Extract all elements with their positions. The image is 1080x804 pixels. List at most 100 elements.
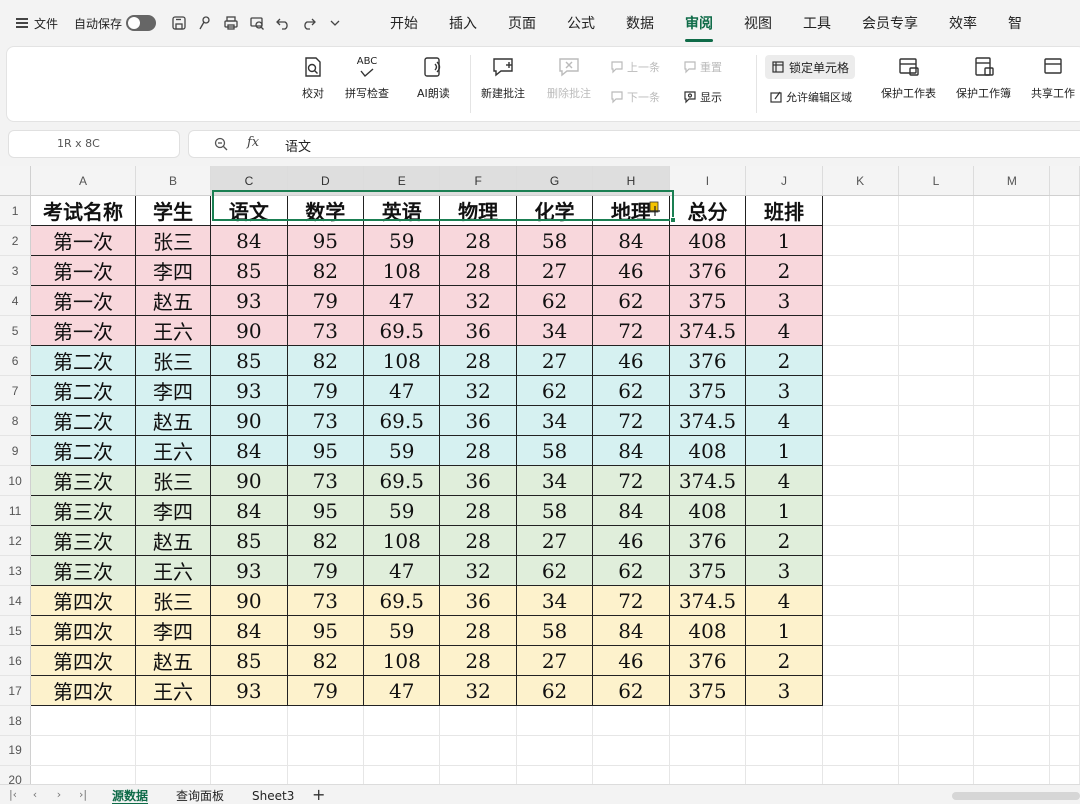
data-cell[interactable]: 47 [362, 675, 441, 707]
tab-1[interactable]: 插入 [449, 14, 477, 36]
empty-cell[interactable] [973, 495, 1051, 527]
empty-cell[interactable] [439, 705, 517, 737]
data-cell[interactable]: 27 [515, 345, 594, 377]
empty-cell[interactable] [822, 585, 899, 617]
data-cell[interactable]: 王六 [134, 315, 212, 347]
empty-cell[interactable] [973, 375, 1051, 407]
data-cell[interactable]: 46 [592, 645, 670, 677]
empty-cell[interactable] [363, 765, 441, 784]
data-cell[interactable]: 73 [286, 465, 364, 497]
data-cell[interactable]: 62 [592, 555, 670, 587]
empty-cell[interactable] [898, 705, 975, 737]
data-cell[interactable]: 90 [210, 405, 288, 437]
tab-4[interactable]: 数据 [626, 14, 654, 36]
empty-cell[interactable] [1049, 585, 1080, 617]
data-cell[interactable]: 84 [592, 495, 670, 527]
empty-cell[interactable] [745, 735, 823, 766]
proofread-button[interactable]: 校对 [299, 53, 327, 115]
data-cell[interactable]: 62 [592, 285, 670, 317]
data-cell[interactable]: 72 [592, 405, 670, 437]
next-item-button[interactable]: 下一条 [610, 89, 660, 105]
header-cell[interactable]: 英语 [362, 195, 441, 227]
data-cell[interactable]: 408 [668, 615, 747, 647]
empty-cell[interactable] [1049, 615, 1080, 647]
empty-cell[interactable] [973, 765, 1051, 784]
spellcheck-button[interactable]: ABC 拼写检查 [345, 53, 389, 115]
empty-cell[interactable] [973, 735, 1051, 766]
data-cell[interactable]: 73 [286, 405, 364, 437]
data-cell[interactable]: 王六 [134, 555, 212, 587]
empty-cell[interactable] [669, 765, 747, 784]
data-cell[interactable]: 376 [668, 525, 747, 557]
empty-cell[interactable] [822, 675, 899, 707]
hamburger-menu-icon[interactable] [16, 18, 28, 28]
last-sheet-icon[interactable]: ›| [76, 788, 90, 802]
data-cell[interactable]: 王六 [134, 435, 212, 467]
data-cell[interactable]: 374.5 [668, 585, 747, 617]
column-header-F[interactable]: F [439, 166, 517, 197]
empty-cell[interactable] [1049, 495, 1080, 527]
data-cell[interactable]: 赵五 [134, 285, 212, 317]
empty-cell[interactable] [973, 435, 1051, 467]
data-cell[interactable]: 82 [286, 255, 364, 287]
data-cell[interactable]: 84 [592, 225, 670, 257]
empty-cell[interactable] [287, 765, 364, 784]
empty-cell[interactable] [898, 345, 975, 377]
data-cell[interactable]: 36 [439, 315, 517, 347]
column-header-A[interactable]: A [30, 166, 136, 197]
data-cell[interactable]: 王六 [134, 675, 212, 707]
sheet-tab-2[interactable]: Sheet3 [252, 787, 294, 804]
data-cell[interactable]: 3 [745, 555, 823, 587]
row-header[interactable]: 7 [0, 375, 32, 407]
data-cell[interactable]: 27 [515, 525, 594, 557]
empty-cell[interactable] [822, 735, 899, 766]
row-header[interactable]: 2 [0, 225, 32, 257]
data-cell[interactable]: 46 [592, 345, 670, 377]
empty-cell[interactable] [822, 435, 899, 467]
row-header[interactable]: 17 [0, 675, 32, 707]
empty-cell[interactable] [973, 195, 1051, 227]
data-cell[interactable]: 62 [592, 375, 670, 407]
data-cell[interactable]: 4 [745, 315, 823, 347]
empty-cell[interactable] [745, 765, 823, 784]
empty-cell[interactable] [822, 405, 899, 437]
data-cell[interactable]: 28 [439, 495, 517, 527]
data-cell[interactable]: 张三 [134, 225, 212, 257]
empty-cell[interactable] [516, 705, 594, 737]
data-cell[interactable]: 28 [439, 255, 517, 287]
row-header[interactable]: 15 [0, 615, 32, 647]
empty-cell[interactable] [822, 555, 899, 587]
data-cell[interactable]: 93 [210, 285, 288, 317]
empty-cell[interactable] [898, 555, 975, 587]
data-cell[interactable]: 28 [439, 225, 517, 257]
data-cell[interactable]: 72 [592, 315, 670, 347]
print-icon[interactable] [222, 14, 240, 32]
empty-cell[interactable] [1049, 525, 1080, 557]
data-cell[interactable]: 95 [286, 615, 364, 647]
data-cell[interactable]: 34 [515, 585, 594, 617]
data-cell[interactable]: 34 [515, 405, 594, 437]
data-cell[interactable]: 79 [286, 375, 364, 407]
data-cell[interactable]: 108 [362, 645, 441, 677]
row-header[interactable]: 10 [0, 465, 32, 497]
empty-cell[interactable] [973, 525, 1051, 557]
tab-10[interactable]: 智 [1008, 14, 1022, 36]
empty-cell[interactable] [210, 705, 288, 737]
data-cell[interactable]: 82 [286, 645, 364, 677]
empty-cell[interactable] [135, 705, 212, 737]
data-cell[interactable]: 73 [286, 585, 364, 617]
data-cell[interactable]: 3 [745, 675, 823, 707]
redo-icon[interactable] [300, 14, 318, 32]
data-cell[interactable]: 90 [210, 465, 288, 497]
empty-cell[interactable] [439, 735, 517, 766]
data-cell[interactable]: 62 [592, 675, 670, 707]
row-header[interactable]: 20 [0, 765, 32, 784]
empty-cell[interactable] [1049, 435, 1080, 467]
row-header[interactable]: 9 [0, 435, 32, 467]
data-cell[interactable]: 90 [210, 585, 288, 617]
empty-cell[interactable] [287, 705, 364, 737]
empty-cell[interactable] [30, 705, 136, 737]
print-preview-icon[interactable] [248, 14, 266, 32]
data-cell[interactable]: 93 [210, 675, 288, 707]
data-cell[interactable]: 第二次 [30, 435, 136, 467]
